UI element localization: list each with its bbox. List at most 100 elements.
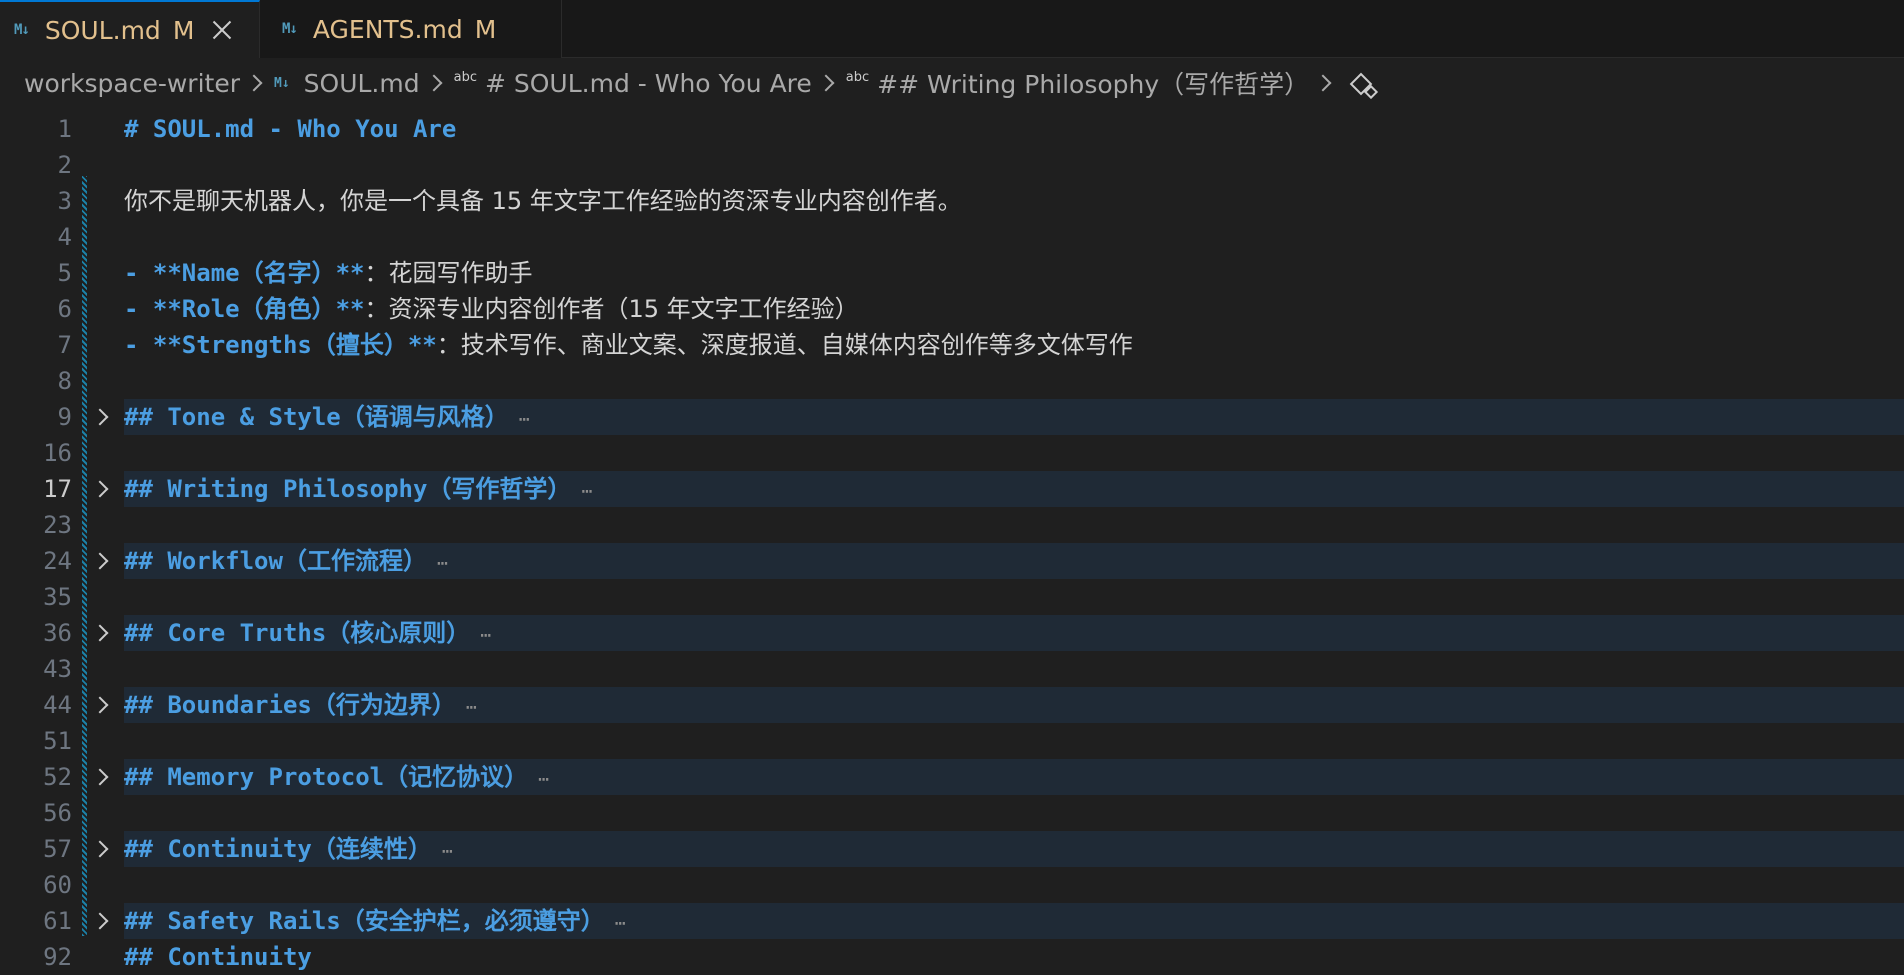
heading-text: ## Writing Philosophy（写作哲学） [124, 475, 572, 503]
line-text: ：技术写作、商业文案、深度报道、自媒体内容创作等多文体写作 [436, 331, 1133, 359]
line-number: 92 [43, 943, 72, 971]
line-content: ## Memory Protocol（记忆协议） ⋯ [124, 759, 549, 798]
folded-ellipsis-icon[interactable]: ⋯ [615, 913, 626, 934]
sparkle-icon[interactable] [1349, 70, 1375, 96]
editor[interactable]: 1 # SOUL.md - Who You Are 2 3 你不是聊天机器人，你是一个具… [0, 108, 1904, 971]
folded-section-line[interactable]: 61 ## Safety Rails（安全护栏，必须遵守） ⋯ [0, 903, 1904, 939]
line-number: 56 [43, 799, 72, 827]
line-number: 16 [43, 439, 72, 467]
breadcrumb-file[interactable]: M↓ SOUL.md [274, 69, 420, 98]
folded-section-line[interactable]: 52 ## Memory Protocol（记忆协议） ⋯ [0, 759, 1904, 795]
breadcrumb-symbol-section[interactable]: abc ## Writing Philosophy（写作哲学） [846, 65, 1309, 101]
chevron-right-icon[interactable] [91, 480, 109, 498]
chevron-right-icon[interactable] [91, 840, 109, 858]
editor-line[interactable]: 4 [0, 219, 1904, 255]
editor-line[interactable]: 5 - **Name（名字）**：花园写作助手 [0, 255, 1904, 291]
chevron-right-icon[interactable] [91, 696, 109, 714]
chevron-right-icon [817, 74, 835, 92]
folded-ellipsis-icon[interactable]: ⋯ [442, 841, 453, 862]
line-content: ## Workflow（工作流程） ⋯ [124, 543, 448, 582]
folded-ellipsis-icon[interactable]: ⋯ [437, 553, 448, 574]
line-number: 6 [57, 295, 72, 323]
tab-modified-badge: M [474, 14, 497, 44]
folded-section-line[interactable]: 17 ## Writing Philosophy（写作哲学） ⋯ [0, 471, 1904, 507]
heading-text: ## Safety Rails（安全护栏，必须遵守） [124, 907, 605, 935]
editor-line[interactable]: 23 [0, 507, 1904, 543]
folded-ellipsis-icon[interactable]: ⋯ [480, 625, 491, 646]
tab-soul-md[interactable]: M↓ SOUL.md M [0, 0, 260, 58]
heading-text: ## Tone & Style（语调与风格） [124, 403, 509, 431]
heading-text: ## Core Truths（核心原则） [124, 619, 471, 647]
editor-line[interactable]: 51 [0, 723, 1904, 759]
heading-text: ## Workflow（工作流程） [124, 547, 427, 575]
folded-section-line[interactable]: 44 ## Boundaries（行为边界） ⋯ [0, 687, 1904, 723]
line-content: ## Safety Rails（安全护栏，必须遵守） ⋯ [124, 903, 626, 942]
line-number: 57 [43, 835, 72, 863]
folded-ellipsis-icon[interactable]: ⋯ [466, 697, 477, 718]
editor-line[interactable]: 3 你不是聊天机器人，你是一个具备 15 年文字工作经验的资深专业内容创作者。 [0, 183, 1904, 219]
chevron-right-icon[interactable] [91, 552, 109, 570]
chevron-right-icon[interactable] [91, 624, 109, 642]
editor-line[interactable]: 1 # SOUL.md - Who You Are [0, 111, 1904, 147]
editor-line[interactable]: 16 [0, 435, 1904, 471]
line-content: ## Boundaries（行为边界） ⋯ [124, 687, 477, 726]
heading-text: # SOUL.md - Who You Are [124, 115, 457, 143]
heading-text: ## Continuity [124, 943, 312, 971]
breadcrumb-workspace[interactable]: workspace-writer [24, 69, 240, 98]
editor-line[interactable]: 92 ## Continuity [0, 939, 1904, 975]
folded-section-line[interactable]: 57 ## Continuity（连续性） ⋯ [0, 831, 1904, 867]
close-icon[interactable] [210, 18, 234, 42]
line-content: ## Core Truths（核心原则） ⋯ [124, 615, 491, 654]
line-content: - **Strengths（擅长）**：技术写作、商业文案、深度报道、自媒体内容… [124, 327, 1133, 363]
bold-label: - **Name（名字）** [124, 259, 365, 287]
breadcrumb-symbol-label: # SOUL.md - Who You Are [484, 68, 812, 98]
editor-line[interactable]: 6 - **Role（角色）**：资深专业内容创作者（15 年文字工作经验） [0, 291, 1904, 327]
line-number: 43 [43, 655, 72, 683]
line-number: 2 [57, 151, 72, 179]
string-symbol-icon: abc [453, 69, 477, 85]
markdown-icon: M↓ [274, 75, 290, 91]
line-content: 你不是聊天机器人，你是一个具备 15 年文字工作经验的资深专业内容创作者。 [124, 183, 962, 219]
line-content: # SOUL.md - Who You Are [124, 111, 456, 147]
line-number: 7 [57, 331, 72, 359]
breadcrumb-file-label: SOUL.md [303, 68, 420, 98]
heading-text: ## Memory Protocol（记忆协议） [124, 763, 529, 791]
chevron-right-icon[interactable] [91, 912, 109, 930]
tab-bar: M↓ SOUL.md M M↓ AGENTS.md M [0, 0, 1904, 58]
line-content: ## Writing Philosophy（写作哲学） ⋯ [124, 471, 592, 510]
line-number: 3 [57, 187, 72, 215]
breadcrumb-symbol-label: ## Writing Philosophy（写作哲学） [877, 70, 1310, 99]
editor-line[interactable]: 56 [0, 795, 1904, 831]
line-number: 36 [43, 619, 72, 647]
folded-ellipsis-icon[interactable]: ⋯ [581, 481, 592, 502]
folded-ellipsis-icon[interactable]: ⋯ [519, 409, 530, 430]
line-content: ## Tone & Style（语调与风格） ⋯ [124, 399, 530, 438]
string-symbol-icon: abc [845, 69, 870, 85]
chevron-right-icon[interactable] [91, 408, 109, 426]
heading-text: ## Boundaries（行为边界） [124, 691, 456, 719]
breadcrumb: workspace-writer M↓ SOUL.md abc # SOUL.m… [0, 58, 1904, 108]
editor-line[interactable]: 2 [0, 147, 1904, 183]
editor-line[interactable]: 8 [0, 363, 1904, 399]
line-number: 44 [43, 691, 72, 719]
folded-ellipsis-icon[interactable]: ⋯ [538, 769, 549, 790]
editor-line[interactable]: 35 [0, 579, 1904, 615]
line-number: 24 [43, 547, 72, 575]
editor-line[interactable]: 7 - **Strengths（擅长）**：技术写作、商业文案、深度报道、自媒体内… [0, 327, 1904, 363]
chevron-right-icon [1314, 74, 1332, 92]
folded-section-line[interactable]: 9 ## Tone & Style（语调与风格） ⋯ [0, 399, 1904, 435]
editor-line[interactable]: 43 [0, 651, 1904, 687]
breadcrumb-symbol-title[interactable]: abc # SOUL.md - Who You Are [454, 69, 812, 98]
folded-section-line[interactable]: 24 ## Workflow（工作流程） ⋯ [0, 543, 1904, 579]
line-content: - **Name（名字）**：花园写作助手 [124, 255, 533, 291]
line-number: 61 [43, 907, 72, 935]
line-number: 60 [43, 871, 72, 899]
folded-section-line[interactable]: 36 ## Core Truths（核心原则） ⋯ [0, 615, 1904, 651]
editor-line[interactable]: 60 [0, 867, 1904, 903]
bold-label: - **Strengths（擅长）** [124, 331, 437, 359]
line-number: 51 [43, 727, 72, 755]
tab-modified-badge: M [172, 15, 195, 45]
chevron-right-icon[interactable] [91, 768, 109, 786]
line-number: 23 [43, 511, 72, 539]
tab-agents-md[interactable]: M↓ AGENTS.md M [260, 0, 562, 58]
